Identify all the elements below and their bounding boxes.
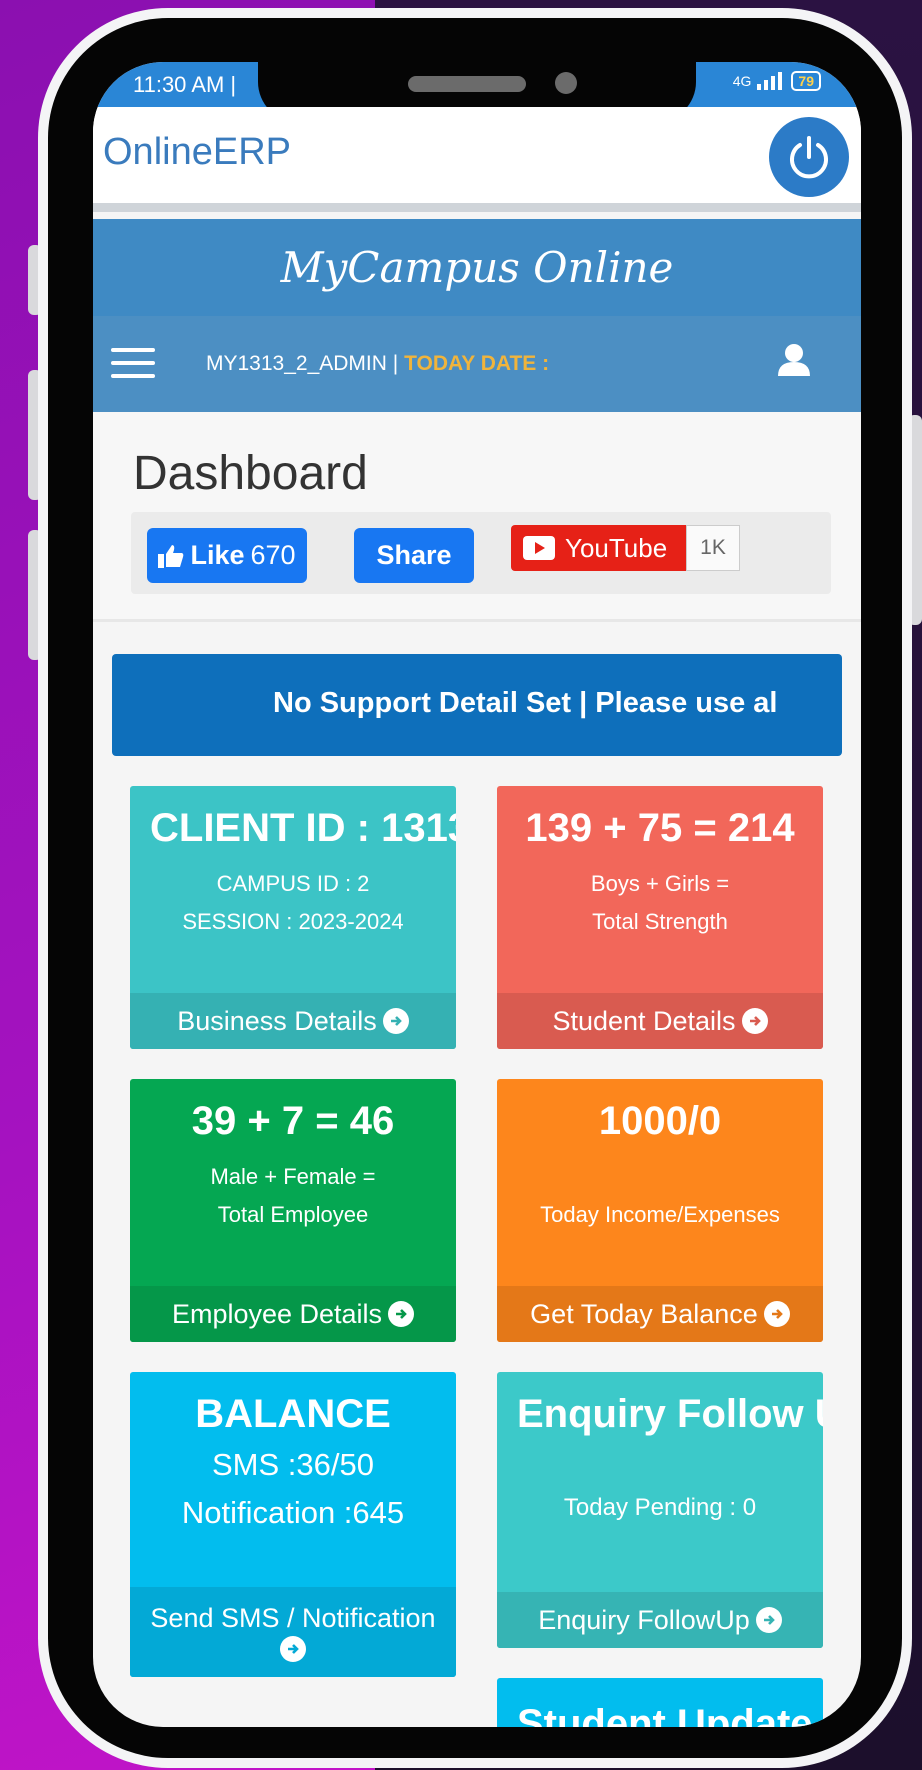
- sms-balance-card[interactable]: BALANCE SMS :36/50 Notification :645 Sen…: [130, 1372, 456, 1677]
- campus-banner: MyCampus Online: [93, 219, 861, 316]
- card-heading: 39 + 7 = 46: [191, 1099, 395, 1143]
- user-id: MY1313_2_ADMIN |: [206, 352, 399, 375]
- arrow-right-icon: [280, 1635, 306, 1662]
- front-camera: [555, 72, 577, 94]
- status-indicators: 4G 79: [733, 71, 821, 91]
- card-line: Today Income/Expenses: [540, 1202, 780, 1227]
- footer-label: Employee Details: [171, 1298, 383, 1329]
- card-footer[interactable]: Business Details: [130, 993, 456, 1049]
- card-heading: Enquiry Follow U: [517, 1392, 823, 1436]
- battery-icon: 79: [791, 71, 821, 91]
- student-strength-card[interactable]: 139 + 75 = 214 Boys + Girls = Total Stre…: [497, 786, 823, 1049]
- power-icon: [790, 136, 828, 179]
- card-heading: 1000/0: [598, 1099, 722, 1143]
- client-id-card[interactable]: CLIENT ID : 1313 CAMPUS ID : 2 SESSION :…: [130, 786, 456, 1049]
- social-buttons: Like 670 Share YouTube 1K: [131, 512, 831, 594]
- card-footer[interactable]: Get Today Balance: [497, 1286, 823, 1342]
- arrow-right-icon: [763, 1301, 790, 1327]
- student-update-card[interactable]: Student Update: [497, 1678, 823, 1727]
- arrow-right-icon: [741, 1008, 768, 1034]
- banner-title: MyCampus Online: [280, 243, 674, 292]
- footer-label: Student Details: [552, 1005, 736, 1036]
- card-footer[interactable]: Employee Details: [130, 1286, 456, 1342]
- like-label: Like: [190, 540, 245, 570]
- app-bar: OnlineERP: [93, 107, 861, 212]
- support-text: No Support Detail Set | Please use al: [273, 687, 778, 719]
- support-marquee: No Support Detail Set | Please use al: [112, 654, 842, 756]
- youtube-icon: [523, 536, 555, 560]
- nav-user-info: MY1313_2_ADMIN | TODAY DATE :: [206, 352, 549, 376]
- facebook-share-button[interactable]: Share: [354, 528, 474, 583]
- card-line: [497, 1451, 823, 1489]
- status-time: 11:30 AM |: [133, 72, 237, 97]
- card-heading: 139 + 75 = 214: [525, 806, 795, 850]
- youtube-subscribe-button[interactable]: YouTube: [511, 525, 687, 571]
- card-heading: BALANCE: [195, 1392, 391, 1436]
- card-line: CAMPUS ID : 2: [216, 871, 370, 896]
- power-button[interactable]: [769, 117, 849, 197]
- youtube-count: 1K: [686, 525, 740, 571]
- card-line: Today Pending : 0: [563, 1494, 757, 1521]
- arrow-right-icon: [755, 1607, 782, 1633]
- card-heading: CLIENT ID : 1313: [150, 806, 456, 850]
- user-icon[interactable]: [776, 342, 812, 383]
- phone-screen: 11:30 AM | 4G 79 OnlineERP MyCampus Onli…: [93, 62, 861, 1727]
- card-line: Notification :645: [181, 1495, 405, 1530]
- like-count: 670: [250, 540, 296, 570]
- youtube-label: YouTube: [565, 532, 668, 563]
- facebook-like-button[interactable]: Like 670: [147, 528, 307, 583]
- today-date-label: TODAY DATE :: [404, 352, 550, 375]
- nav-bar: MY1313_2_ADMIN | TODAY DATE :: [93, 316, 861, 412]
- arrow-right-icon: [382, 1008, 409, 1034]
- arrow-right-icon: [388, 1301, 415, 1327]
- signal-icon: [757, 72, 783, 90]
- card-line: [497, 1158, 823, 1196]
- card-footer[interactable]: Send SMS / Notification: [130, 1587, 456, 1677]
- card-line: SMS :36/50: [212, 1447, 374, 1482]
- card-footer[interactable]: Enquiry FollowUp: [497, 1592, 823, 1648]
- network-label: 4G: [732, 73, 752, 89]
- thumbs-up-icon: [158, 544, 184, 568]
- menu-icon[interactable]: [111, 348, 155, 378]
- app-title: OnlineERP: [103, 131, 291, 173]
- employee-count-card[interactable]: 39 + 7 = 46 Male + Female = Total Employ…: [130, 1079, 456, 1342]
- card-heading: Student Update: [517, 1702, 813, 1727]
- footer-label: Send SMS / Notification: [150, 1602, 436, 1633]
- footer-label: Enquiry FollowUp: [538, 1604, 750, 1635]
- card-line: Total Employee: [217, 1202, 369, 1227]
- card-footer[interactable]: Student Details: [497, 993, 823, 1049]
- income-expenses-card[interactable]: 1000/0 Today Income/Expenses Get Today B…: [497, 1079, 823, 1342]
- card-line: Total Strength: [592, 909, 728, 934]
- footer-label: Business Details: [177, 1005, 377, 1036]
- card-line: Male + Female =: [210, 1164, 376, 1189]
- card-line: Boys + Girls =: [590, 871, 730, 896]
- dashboard-header: Dashboard Like 670 Share YouTube 1K: [93, 412, 861, 622]
- card-line: SESSION : 2023-2024: [182, 909, 404, 934]
- speaker-grille: [408, 76, 526, 92]
- page-title: Dashboard: [133, 447, 368, 500]
- enquiry-followup-card[interactable]: Enquiry Follow U Today Pending : 0 Enqui…: [497, 1372, 823, 1648]
- footer-label: Get Today Balance: [530, 1298, 758, 1329]
